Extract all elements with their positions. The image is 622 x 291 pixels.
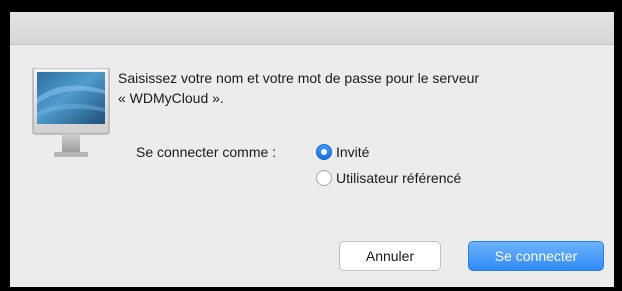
message-line-1: Saisissez votre nom et votre mot de pass… [118,70,480,86]
connect-as-label: Se connecter comme : [136,144,277,160]
screenshot-border-bottom [0,287,622,291]
radio-label-guest: Invité [336,144,370,160]
cancel-button[interactable]: Annuler [339,241,441,271]
message-line-2: « WDMyCloud ». [118,90,224,106]
login-dialog: Saisissez votre nom et votre mot de pass… [10,12,614,287]
radio-button-unchecked[interactable] [316,170,332,186]
radio-option-guest[interactable]: Invité [316,143,369,161]
screenshot-border-top [0,0,622,12]
dialog-title-bar [10,12,614,45]
monitor-icon [32,68,110,157]
radio-button-checked[interactable] [316,144,332,160]
dialog-message: Saisissez votre nom et votre mot de pass… [118,68,588,108]
screenshot-border-right [614,0,622,291]
radio-option-registered-user[interactable]: Utilisateur référencé [316,169,461,187]
screenshot-border-left [0,0,10,291]
connect-button[interactable]: Se connecter [468,241,604,271]
radio-label-registered-user: Utilisateur référencé [336,170,462,186]
